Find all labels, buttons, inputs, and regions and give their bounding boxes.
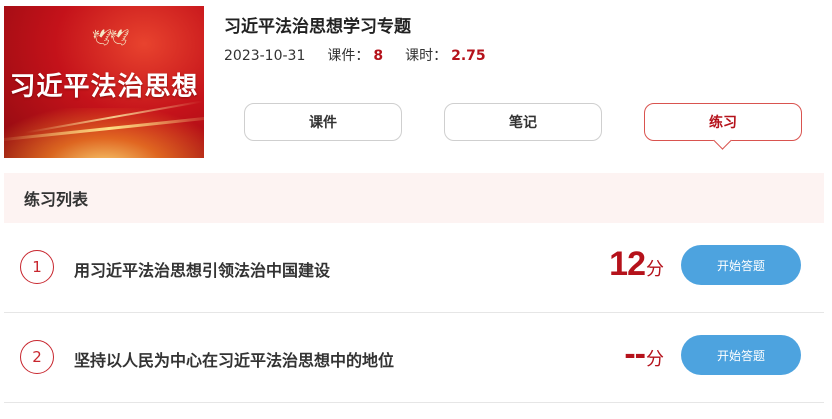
list-header-title: 练习列表 <box>24 190 89 209</box>
item-title: 坚持以人民为中心在习近平法治思想中的地位 <box>74 351 395 370</box>
list-item: 1 用习近平法治思想引领法治中国建设 12分 开始答题 <box>4 223 824 313</box>
lessons-label: 课件： <box>327 48 370 64</box>
practice-list-header: 练习列表 <box>4 173 824 223</box>
score-unit: 分 <box>646 259 664 280</box>
item-index-badge: 2 <box>20 340 54 374</box>
tab-practice[interactable]: 练习 <box>644 103 802 150</box>
banner-glow <box>4 108 204 158</box>
tab-label: 练习 <box>709 115 737 131</box>
hours-value: 2.75 <box>451 48 486 64</box>
score-value: 12 <box>609 245 646 283</box>
course-meta: 2023-10-31 课件： 8 课时： 2.75 <box>224 45 490 65</box>
hours-label: 课时： <box>405 48 448 64</box>
active-tab-caret <box>713 131 732 150</box>
banner-title: 习近平法治思想 <box>9 72 199 102</box>
doves-icon: 🕊🕊 <box>92 28 130 47</box>
start-answer-button[interactable]: 开始答题 <box>681 245 801 285</box>
list-item: 2 坚持以人民为中心在习近平法治思想中的地位 --分 开始答题 <box>4 313 824 403</box>
course-date: 2023-10-31 <box>224 48 306 64</box>
item-title: 用习近平法治思想引领法治中国建设 <box>74 261 331 280</box>
tab-notes[interactable]: 笔记 <box>444 103 602 141</box>
item-index-badge: 1 <box>20 250 54 284</box>
course-title: 习近平法治思想学习专题 <box>224 17 411 37</box>
item-score: --分 <box>594 335 664 374</box>
start-answer-button[interactable]: 开始答题 <box>681 335 801 375</box>
course-banner: 🕊🕊 习近平法治思想 <box>4 6 204 158</box>
score-value: -- <box>624 335 646 373</box>
tab-courseware[interactable]: 课件 <box>244 103 402 141</box>
item-score: 12分 <box>594 245 664 284</box>
lessons-count: 8 <box>373 48 384 64</box>
score-unit: 分 <box>646 349 664 370</box>
tab-label: 笔记 <box>509 115 537 131</box>
tab-label: 课件 <box>309 115 337 131</box>
